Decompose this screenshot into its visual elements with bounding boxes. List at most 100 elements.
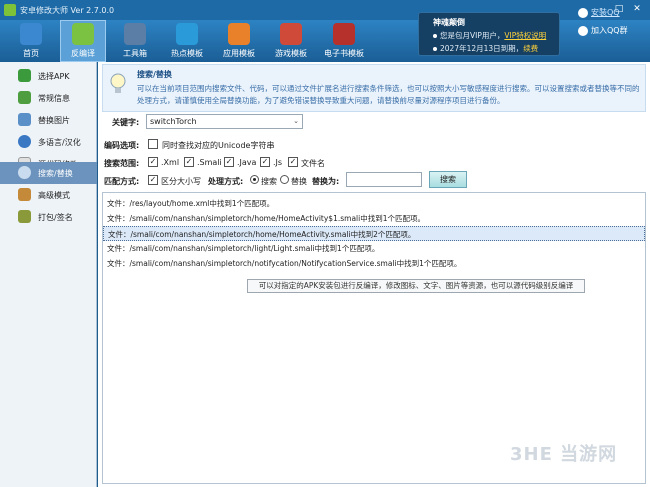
toolbar-app-templates-label: 应用模板 (223, 49, 255, 58)
right-links: 安装QQ 加入QQ群 (578, 6, 628, 38)
vip-renew-link[interactable]: 续费 (523, 44, 538, 53)
encode-label: 编码选项: (104, 141, 140, 150)
scope-java-checkbox[interactable]: ✓ (224, 157, 234, 167)
sidebar-item-label: 多语言/汉化 (38, 138, 81, 147)
game-icon (280, 23, 302, 45)
vip-status-line: 您是包月VIP用户，VIP特权说明 (433, 30, 546, 41)
scope-smali-checkbox[interactable]: ✓ (184, 157, 194, 167)
android-icon (18, 69, 31, 82)
page-description: 可以在当前项目范围内搜索文件、代码，可以通过文件扩展名进行搜索条件筛选，也可以按… (137, 84, 640, 105)
sidebar-item-replace-images[interactable]: 替换图片 (0, 109, 97, 131)
toolbar-game-templates[interactable]: 游戏模板 (268, 20, 314, 62)
result-item[interactable]: 文件：/res/layout/home.xml中找到1个匹配项。 (103, 196, 645, 211)
replace-input[interactable] (346, 172, 422, 187)
process-label: 处理方式: (208, 177, 244, 186)
install-qq-link[interactable]: 安装QQ (578, 6, 628, 20)
lightbulb-icon (110, 73, 126, 93)
android-icon (18, 91, 31, 104)
scope-xml-label: .Xml (161, 158, 180, 167)
app-icon (4, 4, 16, 16)
toolbar-hot-templates[interactable]: 热点模板 (164, 20, 210, 62)
scope-filename-label: 文件名 (301, 159, 325, 168)
scope-java-label: .Java (237, 158, 257, 167)
scope-xml-checkbox[interactable]: ✓ (148, 157, 158, 167)
globe-icon (176, 23, 198, 45)
sidebar-item-advanced[interactable]: 高级模式 (0, 184, 97, 206)
toolbar-ebook-templates-label: 电子书模板 (324, 49, 364, 58)
toolbar-home[interactable]: 首页 (8, 20, 54, 62)
sidebar-item-localization[interactable]: 多语言/汉化 (0, 131, 97, 153)
scope-filename-checkbox[interactable]: ✓ (288, 157, 298, 167)
unicode-option-label: 同时查找对应的Unicode字符串 (162, 141, 275, 150)
main-toolbar: 首页 反编译 工具箱 热点模板 应用模板 游戏模板 电子书模板 神魂颠倒 您是包… (0, 7, 650, 62)
toolbar-toolbox[interactable]: 工具箱 (112, 20, 158, 62)
main-panel: 搜索/替换 可以在当前项目范围内搜索文件、代码，可以通过文件扩展名进行搜索条件筛… (98, 62, 650, 487)
toolbar-hot-templates-label: 热点模板 (171, 49, 203, 58)
replace-radio-label: 替换 (291, 177, 307, 186)
search-button[interactable]: 搜索 (429, 171, 467, 188)
vip-username: 神魂颠倒 (433, 18, 465, 27)
close-button[interactable]: ✕ (630, 3, 644, 15)
sidebar-item-general-info[interactable]: 常规信息 (0, 87, 97, 109)
scope-smali-label: .Smali (197, 158, 222, 167)
vip-expiry-text: 2027年12月13日到期， (440, 44, 524, 53)
qq-icon (578, 7, 588, 18)
keyword-combobox[interactable]: switchTorch ⌄ (146, 114, 303, 129)
home-icon (20, 23, 42, 45)
scope-js-label: .Js (273, 158, 283, 167)
tools-icon (18, 188, 31, 201)
watermark: 3HE 当游网 (510, 444, 618, 465)
toolbox-icon (124, 23, 146, 45)
sidebar-item-label: 替换图片 (38, 116, 70, 125)
page-title: 搜索/替换 (137, 70, 172, 79)
search-radio[interactable] (250, 175, 259, 184)
toolbar-decompile[interactable]: 反编译 (60, 20, 106, 62)
result-item-selected[interactable]: 文件：/smali/com/nanshan/simpletorch/home/H… (103, 226, 645, 241)
join-qq-group-label: 加入QQ群 (591, 26, 628, 35)
install-qq-label: 安装QQ (591, 8, 620, 17)
sidebar-item-label: 选择APK (38, 72, 70, 81)
result-item[interactable]: 文件：/smali/com/nanshan/simpletorch/home/H… (103, 211, 645, 226)
toolbar-decompile-label: 反编译 (71, 49, 95, 58)
scope-js-checkbox[interactable]: ✓ (260, 157, 270, 167)
unicode-checkbox[interactable] (148, 139, 158, 149)
android-icon (72, 23, 94, 45)
vip-expiry-line: 2027年12月13日到期，续费 (433, 43, 538, 54)
join-qq-group-link[interactable]: 加入QQ群 (578, 24, 628, 38)
vip-privileges-link[interactable]: VIP特权说明 (504, 31, 546, 40)
search-radio-label: 搜索 (261, 177, 277, 186)
scope-label: 搜索范围: (104, 159, 140, 168)
package-icon (18, 210, 31, 223)
group-icon (578, 25, 588, 36)
vip-status-text: 您是包月VIP用户， (440, 31, 505, 40)
toolbar-ebook-templates[interactable]: 电子书模板 (316, 20, 372, 62)
book-icon (333, 23, 355, 45)
case-sensitive-checkbox[interactable]: ✓ (148, 175, 158, 185)
sidebar-item-label: 高级模式 (38, 191, 70, 200)
vip-panel: 神魂颠倒 您是包月VIP用户，VIP特权说明 2027年12月13日到期，续费 (418, 12, 560, 56)
sidebar-item-label: 搜索/替换 (38, 169, 73, 178)
result-item[interactable]: 文件：/smali/com/nanshan/simpletorch/notify… (103, 256, 645, 271)
image-icon (18, 113, 31, 126)
sidebar: 选择APK 常规信息 替换图片 多语言/汉化 源代码修改 搜索/替换 高级模式 … (0, 62, 97, 487)
result-item[interactable]: 文件：/smali/com/nanshan/simpletorch/light/… (103, 241, 645, 256)
apps-icon (228, 23, 250, 45)
sidebar-item-select-apk[interactable]: 选择APK (0, 65, 97, 87)
sidebar-item-package-sign[interactable]: 打包/签名 (0, 206, 97, 228)
replace-with-label: 替换为: (312, 177, 340, 186)
toolbar-game-templates-label: 游戏模板 (275, 49, 307, 58)
match-label: 匹配方式: (104, 177, 140, 186)
replace-radio[interactable] (280, 175, 289, 184)
sidebar-item-label: 打包/签名 (38, 213, 73, 222)
toolbar-toolbox-label: 工具箱 (123, 49, 147, 58)
keyword-label: 关键字: (112, 118, 140, 127)
sidebar-item-label: 常规信息 (38, 94, 70, 103)
chevron-down-icon[interactable]: ⌄ (293, 115, 299, 128)
globe-icon (18, 135, 31, 148)
toolbar-app-templates[interactable]: 应用模板 (216, 20, 262, 62)
case-sensitive-label: 区分大小写 (161, 177, 201, 186)
toolbar-home-label: 首页 (23, 49, 39, 58)
sidebar-item-search-replace[interactable]: 搜索/替换 (0, 162, 97, 184)
window-title: 安卓修改大师 Ver 2.7.0.0 (20, 6, 115, 15)
search-icon (18, 166, 31, 179)
